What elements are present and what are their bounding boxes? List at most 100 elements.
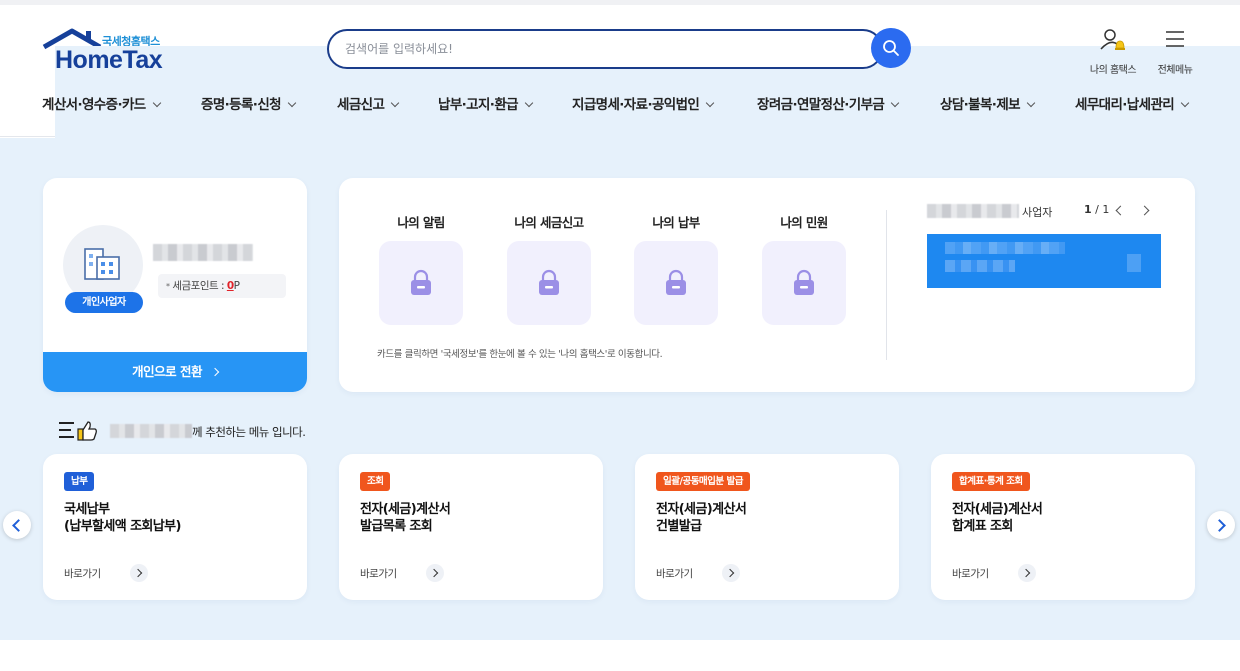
nav-item-label: 세무대리·납세관리 (1075, 97, 1175, 113)
search-button[interactable] (871, 28, 911, 68)
card-tag: 납부 (64, 472, 95, 491)
chevron-down-icon (706, 98, 715, 108)
chevron-right-icon[interactable] (1018, 564, 1036, 582)
nav-item-label: 세금신고 (337, 97, 385, 113)
pagination-text: 1 / 1 (1084, 203, 1109, 216)
building-icon (84, 248, 120, 280)
chevron-down-icon (152, 98, 161, 108)
nav-item-label: 상담·불복·제보 (940, 97, 1021, 113)
tax-point-value: 0 (226, 280, 234, 292)
search-input[interactable] (345, 39, 845, 59)
go-label[interactable]: 바로가기 (64, 566, 101, 581)
chevron-down-icon (1180, 98, 1190, 108)
nav-item-certificate[interactable]: 증명·등록·신청 (201, 93, 297, 113)
tile-box (507, 241, 591, 325)
chevron-right-icon[interactable] (426, 564, 444, 582)
business-info-panel[interactable] (927, 234, 1161, 288)
go-label[interactable]: 바로가기 (952, 566, 989, 581)
site-header: 국세청홈택스 HomeTax 나의 홈택스 전체메뉴 계산서·영수증·카드 증명… (0, 5, 1240, 548)
chevron-down-icon (891, 98, 900, 108)
my-hometax-card: 나의 알림 나의 세금신고 나의 납부 나의 민원 카드를 클릭하면 '국세정보… (339, 178, 1195, 392)
card-title: 전자(세금)계산서 건별발급 (656, 502, 747, 534)
hamburger-menu-icon (1166, 31, 1184, 47)
all-menu-label: 전체메뉴 (1157, 65, 1193, 76)
business-label: 사업자 (1022, 206, 1053, 219)
carousel-prev-button[interactable] (3, 511, 31, 539)
business-info-redacted (945, 242, 1065, 254)
card-tag: 조회 (360, 472, 391, 491)
card-title: 전자(세금)계산서 발급목록 조회 (360, 502, 451, 534)
prev-page-icon[interactable] (1115, 205, 1126, 216)
chevron-down-icon (524, 98, 534, 108)
tile-label: 나의 세금신고 (514, 215, 584, 230)
chevron-right-icon[interactable] (130, 564, 148, 582)
page-current: 1 (1084, 203, 1092, 216)
nav-item-consult[interactable]: 상담·불복·제보 (940, 93, 1036, 113)
tile-my-payment[interactable]: 나의 납부 (633, 212, 719, 325)
divider (886, 210, 887, 360)
nav-item-agent[interactable]: 세무대리·납세관리 (1075, 93, 1190, 113)
chevron-right-icon[interactable] (722, 564, 740, 582)
tile-my-tax-report[interactable]: 나의 세금신고 (506, 212, 592, 325)
tax-point-box[interactable]: * 세금포인트 : 0P (158, 274, 286, 298)
go-label[interactable]: 바로가기 (360, 566, 397, 581)
nav-item-statement[interactable]: 지급명세·자료·공익법인 (572, 93, 715, 113)
footer-strip (0, 640, 1240, 671)
recommend-card[interactable]: 조회 전자(세금)계산서 발급목록 조회 바로가기 (339, 454, 603, 600)
tax-point-label: 세금포인트 : (172, 280, 227, 292)
lock-icon (539, 269, 559, 295)
nav-item-invoice[interactable]: 계산서·영수증·카드 (42, 93, 161, 113)
lock-icon (794, 269, 814, 295)
tile-my-civil[interactable]: 나의 민원 (761, 212, 847, 325)
search-bar (327, 29, 883, 69)
my-hometax-button[interactable]: 나의 홈택스 (1083, 27, 1143, 76)
recommend-card[interactable]: 납부 국세납부 (납부할세액 조회납부) 바로가기 (43, 454, 307, 600)
lock-icon (411, 269, 431, 295)
page-total: / 1 (1091, 203, 1110, 216)
nav-item-label: 지급명세·자료·공익법인 (572, 97, 700, 113)
tile-label: 나의 납부 (652, 215, 700, 230)
search-icon (883, 40, 899, 56)
chevron-down-icon (1026, 98, 1036, 108)
all-menu-button[interactable]: 전체메뉴 (1145, 27, 1205, 76)
chevron-down-icon (287, 98, 297, 108)
nav-item-label: 납부·고지·환급 (438, 97, 519, 113)
recommend-card[interactable]: 일괄/공동매입분 발급 전자(세금)계산서 건별발급 바로가기 (635, 454, 899, 600)
card-title: 전자(세금)계산서 합계표 조회 (952, 502, 1043, 534)
tile-box (634, 241, 718, 325)
my-hometax-label: 나의 홈택스 (1089, 65, 1137, 76)
user-name-redacted (153, 244, 253, 261)
tile-box (379, 241, 463, 325)
nav-item-tax-report[interactable]: 세금신고 (337, 93, 400, 113)
tile-my-alerts[interactable]: 나의 알림 (378, 212, 464, 325)
switch-to-individual-button[interactable]: 개인으로 전환 (43, 352, 307, 392)
tax-point-unit: P (233, 280, 240, 292)
carousel-next-button[interactable] (1207, 511, 1235, 539)
chevron-right-icon (210, 367, 220, 377)
user-name-redacted (110, 424, 192, 438)
thumbs-up-list-icon (59, 421, 97, 441)
go-label[interactable]: 바로가기 (656, 566, 693, 581)
business-info-redacted (945, 260, 1015, 272)
nav-item-payment[interactable]: 납부·고지·환급 (438, 93, 534, 113)
hometax-logo[interactable]: 국세청홈택스 HomeTax (42, 27, 1240, 548)
nav-item-label: 증명·등록·신청 (201, 97, 282, 113)
tile-label: 나의 민원 (780, 215, 828, 230)
business-name-redacted (927, 204, 1019, 218)
nav-item-label: 계산서·영수증·카드 (42, 97, 146, 113)
recommend-header-icon (58, 420, 102, 442)
business-type-badge: 개인사업자 (65, 292, 143, 313)
card-title: 국세납부 (납부할세액 조회납부) (64, 502, 181, 534)
user-bell-icon (1100, 29, 1125, 50)
main-navigation: 계산서·영수증·카드 증명·등록·신청 세금신고 납부·고지·환급 지급명세·자… (0, 93, 1240, 117)
bullet-icon: * (166, 282, 170, 291)
recommend-card[interactable]: 합계표·통계 조회 전자(세금)계산서 합계표 조회 바로가기 (931, 454, 1195, 600)
main-content: 개인사업자 * 세금포인트 : 0P 개인으로 전환 나의 알림 나의 세금신고… (0, 138, 1240, 640)
nav-item-label: 장려금·연말정산·기부금 (757, 97, 885, 113)
next-page-icon[interactable] (1139, 205, 1150, 216)
nav-item-incentive[interactable]: 장려금·연말정산·기부금 (757, 93, 900, 113)
switch-label: 개인으로 전환 (132, 364, 202, 379)
tile-box (762, 241, 846, 325)
lock-icon (666, 269, 686, 295)
card-tag: 일괄/공동매입분 발급 (656, 472, 750, 491)
